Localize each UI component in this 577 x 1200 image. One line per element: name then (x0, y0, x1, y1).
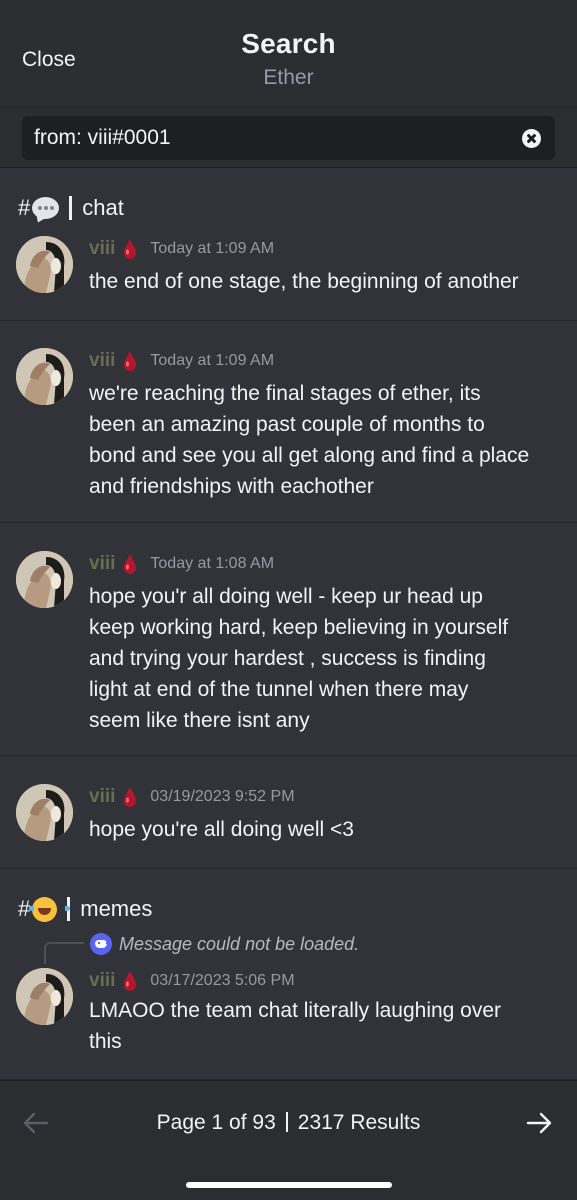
avatar[interactable] (16, 348, 73, 405)
message-content: we're reaching the final stages of ether… (89, 378, 564, 502)
search-bar (0, 106, 577, 168)
message-line: seem like there isnt any (89, 709, 310, 732)
timestamp: Today at 1:09 AM (150, 240, 275, 257)
channel-separator (69, 196, 73, 220)
avatar-image (16, 551, 73, 608)
page-title: Search (241, 28, 336, 59)
next-page-arrow-icon[interactable] (525, 1109, 553, 1137)
blood-drop-icon (124, 351, 137, 371)
timestamp: 03/17/2023 5:06 PM (150, 972, 295, 989)
message-line: hope you'r all doing well - keep ur head… (89, 585, 483, 608)
avatar[interactable] (16, 784, 73, 841)
channel-header-chat[interactable]: # chat (18, 192, 124, 224)
result-divider (0, 522, 577, 523)
result-divider (0, 320, 577, 321)
channel-hash: # (18, 195, 31, 220)
reply-preview[interactable]: Message could not be loaded. (119, 934, 359, 955)
message-line: bond and see you all get along and find … (89, 444, 530, 467)
author-name[interactable]: viii (89, 970, 115, 992)
avatar[interactable] (16, 968, 73, 1025)
message-line: and friendships with eachother (89, 475, 374, 498)
message-content: hope you're all doing well <3 (89, 814, 564, 845)
message-content: the end of one stage, the beginning of a… (89, 266, 564, 297)
discord-logo-icon (90, 933, 112, 955)
author-name[interactable]: viii (89, 553, 115, 575)
avatar-image (16, 348, 73, 405)
message-line: keep working hard, keep believing in you… (89, 616, 509, 639)
avatar[interactable] (16, 236, 73, 293)
message-line: and trying your hardest , success is fin… (89, 647, 486, 670)
search-input[interactable] (34, 116, 514, 160)
avatar-image (16, 784, 73, 841)
timestamp: Today at 1:09 AM (150, 352, 275, 369)
result-divider (0, 755, 577, 756)
message-meta: viii Today at 1:09 AM (89, 236, 274, 262)
channel-header-memes[interactable]: # memes (18, 893, 152, 925)
pagination-separator (285, 1112, 288, 1132)
timestamp: 03/19/2023 9:52 PM (150, 788, 295, 805)
search-box (22, 116, 555, 160)
message-line: been an amazing past couple of months to (89, 413, 485, 436)
blood-drop-icon (124, 787, 137, 807)
avatar-image (16, 968, 73, 1025)
tears-of-joy-emoji-icon (29, 896, 71, 922)
title-block: Search Ether (0, 28, 577, 90)
message-line: LMAOO the team chat literally laughing o… (89, 999, 502, 1022)
search-header: Close Search Ether (0, 0, 577, 106)
message-meta: viii Today at 1:09 AM (89, 348, 274, 374)
message-meta: viii 03/19/2023 9:52 PM (89, 784, 295, 810)
author-name[interactable]: viii (89, 238, 115, 260)
author-name[interactable]: viii (89, 786, 115, 808)
avatar-image (16, 236, 73, 293)
message-content: LMAOO the team chat literally laughing o… (89, 995, 564, 1057)
message-line: this (89, 1030, 122, 1053)
message-line: the end of one stage, the beginning of a… (89, 270, 519, 293)
results-count: 2317 Results (297, 1111, 421, 1134)
reply-connector (44, 942, 84, 964)
speech-bubble-emoji-icon (32, 197, 60, 219)
blood-drop-icon (124, 239, 137, 259)
blood-drop-icon (124, 971, 137, 991)
author-name[interactable]: viii (89, 350, 115, 372)
search-results[interactable]: # chat viii Today at 1:09 AM the end of … (0, 168, 577, 1080)
pagination-info: Page 1 of 93 2317 Results (0, 1109, 577, 1137)
home-indicator[interactable] (186, 1182, 392, 1188)
message-meta: viii 03/17/2023 5:06 PM (89, 968, 295, 994)
blood-drop-icon (124, 554, 137, 574)
result-divider (0, 868, 577, 869)
channel-name: memes (80, 896, 153, 921)
server-name: Ether (263, 66, 314, 89)
message-content: hope you'r all doing well - keep ur head… (89, 581, 564, 736)
timestamp: Today at 1:08 AM (150, 555, 275, 572)
avatar[interactable] (16, 551, 73, 608)
message-line: hope you're all doing well <3 (89, 818, 354, 841)
message-line: light at end of the tunnel when there ma… (89, 678, 469, 701)
page-indicator: Page 1 of 93 (156, 1111, 276, 1134)
message-meta: viii Today at 1:08 AM (89, 551, 274, 577)
clear-search-icon[interactable] (522, 129, 541, 148)
channel-name: chat (82, 195, 124, 220)
message-line: we're reaching the final stages of ether… (89, 382, 481, 405)
